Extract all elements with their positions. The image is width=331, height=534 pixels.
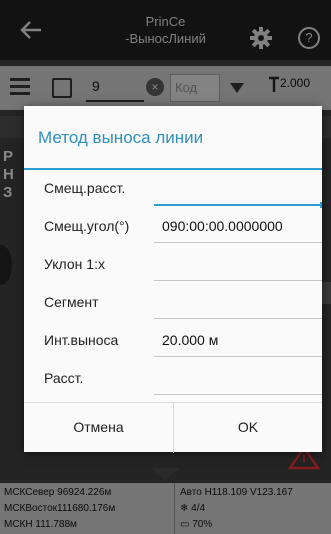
dialog-button-row: Отмена OK bbox=[24, 402, 322, 453]
field-underline bbox=[154, 356, 322, 357]
cancel-button[interactable]: Отмена bbox=[24, 403, 173, 453]
field-underline bbox=[154, 394, 322, 395]
field-label: Расст. bbox=[44, 370, 84, 386]
field-label: Смещ.угол(°) bbox=[44, 218, 130, 234]
slope-row: Уклон 1:x bbox=[24, 248, 322, 284]
stakeout-interval-input[interactable]: 20.000 м bbox=[162, 332, 218, 348]
offset-angle-row: Смещ.угол(°) 090:00:00.0000000 bbox=[24, 210, 322, 246]
field-underline bbox=[154, 204, 322, 206]
dialog-title: Метод выноса линии bbox=[38, 128, 204, 147]
field-label: Инт.выноса bbox=[44, 332, 119, 348]
ok-button[interactable]: OK bbox=[173, 403, 322, 453]
field-label: Уклон 1:x bbox=[44, 256, 105, 272]
field-underline bbox=[154, 318, 322, 319]
segment-row: Сегмент bbox=[24, 286, 322, 322]
distance-row: Расст. bbox=[24, 362, 322, 398]
dialog-divider bbox=[24, 168, 322, 170]
line-stakeout-method-dialog: Метод выноса линии Смещ.расст. Смещ.угол… bbox=[24, 106, 322, 453]
stakeout-interval-row: Инт.выноса 20.000 м bbox=[24, 324, 322, 360]
offset-angle-input[interactable]: 090:00:00.0000000 bbox=[162, 218, 283, 234]
field-underline bbox=[154, 242, 322, 243]
field-label: Сегмент bbox=[44, 294, 99, 310]
field-underline bbox=[154, 280, 322, 281]
field-label: Смещ.расст. bbox=[44, 180, 126, 196]
offset-distance-row: Смещ.расст. bbox=[24, 172, 322, 208]
text-cursor bbox=[320, 202, 322, 208]
